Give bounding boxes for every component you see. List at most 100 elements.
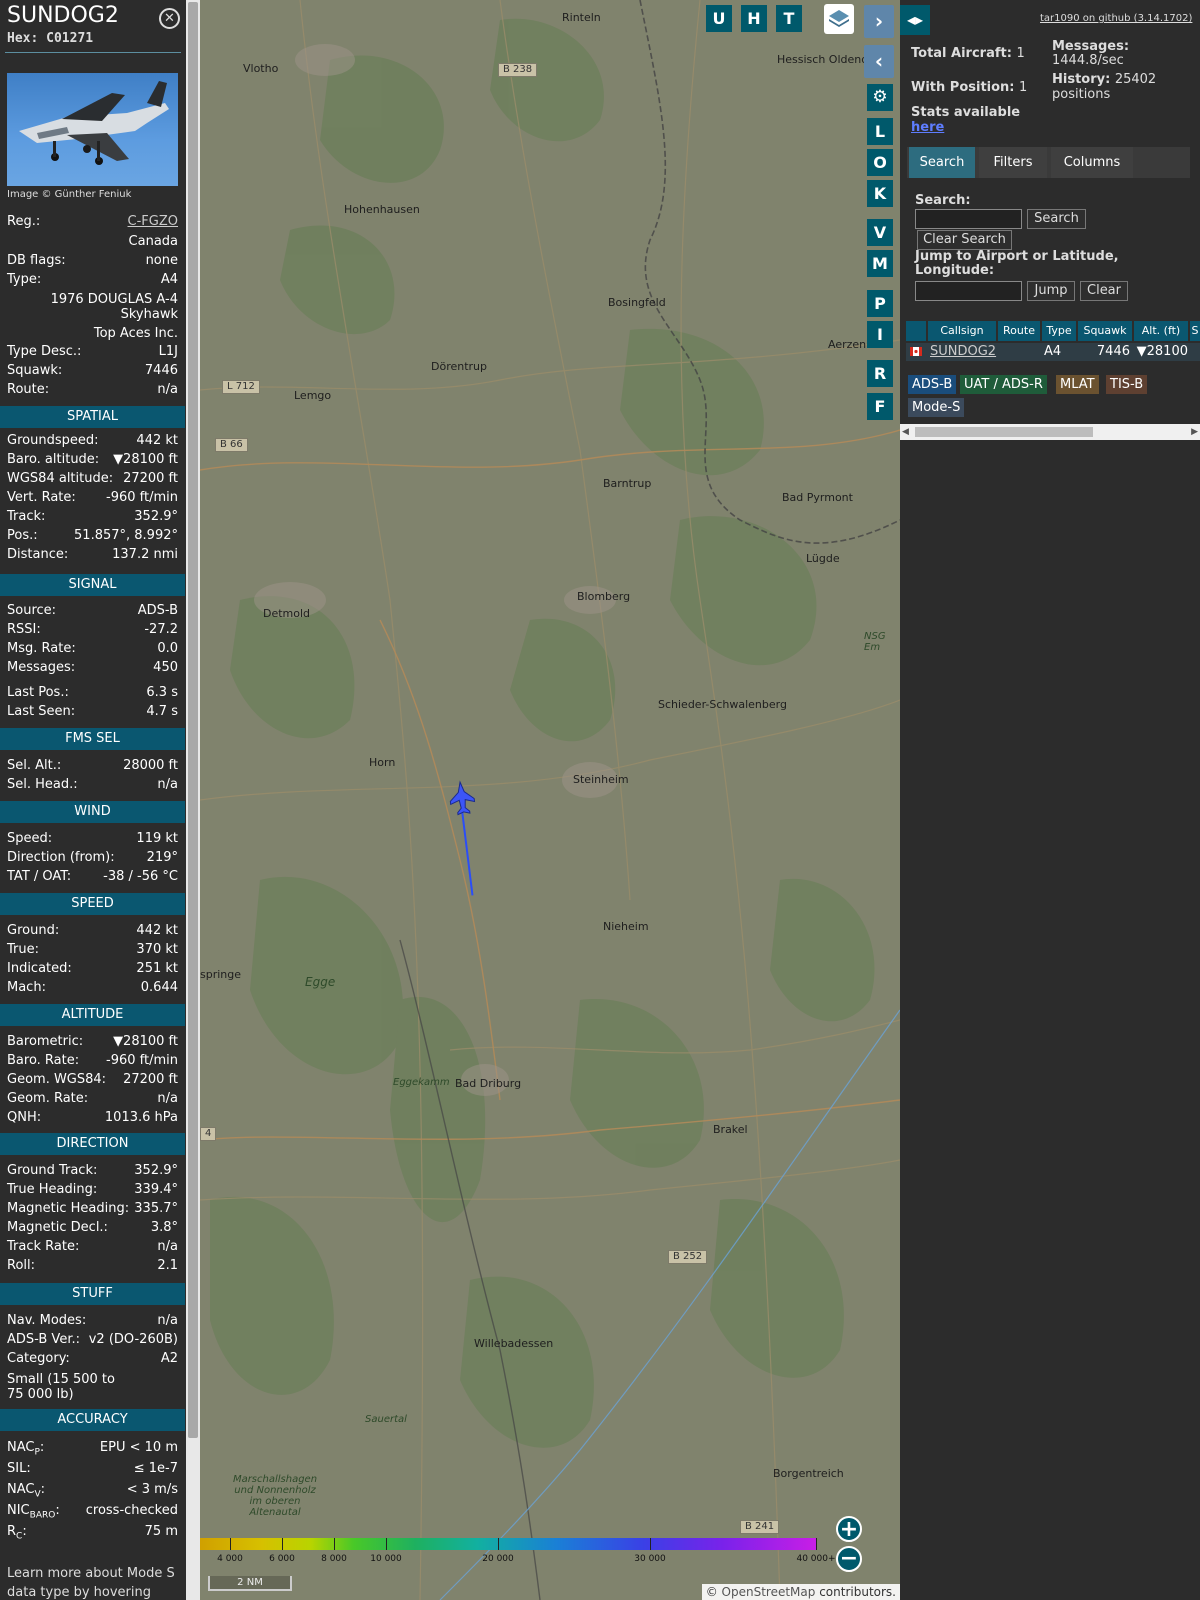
altitude-value: ▼28100 ft <box>113 1034 178 1049</box>
wind-value: 219° <box>146 850 178 865</box>
map-button-r[interactable]: R <box>867 360 893 387</box>
aircraft-photo[interactable] <box>7 73 178 186</box>
map-button-m[interactable]: M <box>867 250 893 277</box>
row-squawk: 7446 <box>1096 344 1130 359</box>
altitude-tick-mark <box>650 1538 651 1550</box>
accuracy-label: R <box>7 1524 17 1539</box>
stuff-value: n/a <box>157 1313 178 1328</box>
direction-value: 335.7° <box>134 1201 178 1216</box>
altitude-row: QNH: 1013.6 hPa <box>7 1108 178 1127</box>
map-button-i[interactable]: I <box>867 321 893 348</box>
spatial-row: Groundspeed: 442 kt <box>7 431 178 450</box>
row-callsign-link[interactable]: SUNDOG2 <box>930 343 996 361</box>
col-type[interactable]: Type <box>1042 321 1076 341</box>
direction-value: 339.4° <box>134 1182 178 1197</box>
direction-row: Magnetic Heading: 335.7° <box>7 1199 178 1218</box>
map-button-l[interactable]: L <box>867 118 893 145</box>
signal-row: Messages: 450 <box>7 658 178 677</box>
col-callsign[interactable]: Callsign <box>928 321 996 341</box>
messages-value: 1444.8/sec <box>1052 53 1124 68</box>
signal-value: ADS-B <box>137 603 178 618</box>
layers-icon[interactable] <box>824 4 854 34</box>
speed-value: 442 kt <box>136 923 178 938</box>
altitude-label: Barometric: <box>7 1034 84 1049</box>
direction-row: True Heading: 339.4° <box>7 1180 178 1199</box>
map-button-o[interactable]: O <box>867 149 893 176</box>
map-button-h[interactable]: H <box>741 5 767 32</box>
zoom-in-button[interactable]: + <box>836 1516 862 1542</box>
accuracy-value: EPU < 10 m <box>99 1440 178 1455</box>
scroll-left-arrow[interactable]: ◀ <box>902 424 909 440</box>
close-icon[interactable]: ✕ <box>159 8 180 29</box>
stuff-row: ADS-B Ver.: v2 (DO-260B) <box>7 1330 178 1349</box>
altitude-label: Geom. WGS84: <box>7 1072 107 1087</box>
map-button-u[interactable]: U <box>706 5 732 32</box>
map-button-p[interactable]: P <box>867 290 893 317</box>
hex-code: C01271 <box>46 31 94 46</box>
stats-label: Stats available <box>911 105 1021 120</box>
model-line2: Skyhawk <box>120 307 178 322</box>
footer-line2: data type by hovering over <box>7 1583 178 1600</box>
map-attribution: © OpenStreetMap contributors. <box>701 1584 900 1600</box>
jump-input[interactable] <box>915 281 1022 301</box>
search-input[interactable] <box>915 209 1022 229</box>
section-accuracy: ACCURACY <box>0 1409 185 1431</box>
wind-row: TAT / OAT: -38 / -56 °C <box>7 867 178 886</box>
github-link[interactable]: tar1090 on github (3.14.1702) <box>1040 13 1192 24</box>
accuracy-value: 75 m <box>144 1524 178 1539</box>
map-button-f[interactable]: F <box>867 393 893 420</box>
tab-filters[interactable]: Filters <box>979 147 1047 178</box>
clear-search-button[interactable]: Clear Search <box>917 230 1012 250</box>
col-speed[interactable]: S <box>1190 321 1200 341</box>
altitude-value: n/a <box>157 1091 178 1106</box>
map-view[interactable]: B 238 L 712 B 66 B 252 B 241 4 Rinteln V… <box>200 0 900 1600</box>
aircraft-icon[interactable] <box>448 780 476 816</box>
map-button-k[interactable]: K <box>867 180 893 207</box>
accuracy-label-sub: BARO <box>29 1510 56 1521</box>
stuff-value: A2 <box>160 1351 178 1366</box>
sidebar-scroll-thumb[interactable] <box>188 2 198 1438</box>
stuff-label: ADS-B Ver.: <box>7 1332 80 1347</box>
tab-search[interactable]: Search <box>909 147 975 178</box>
map-button-t[interactable]: T <box>776 5 802 32</box>
accuracy-row: RC: 75 m <box>7 1522 178 1542</box>
registration-link[interactable]: C-FGZO <box>128 212 178 231</box>
accuracy-label: NAC <box>7 1482 35 1497</box>
scroll-thumb[interactable] <box>915 427 1093 437</box>
stats-link[interactable]: here <box>911 120 944 135</box>
search-button[interactable]: Search <box>1027 209 1086 229</box>
openstreetmap-link[interactable]: OpenStreetMap <box>722 1585 816 1599</box>
speed-row: Indicated: 251 kt <box>7 959 178 978</box>
map-button-v[interactable]: V <box>867 219 893 246</box>
chevron-left-icon[interactable]: ‹ <box>864 45 894 78</box>
col-altitude[interactable]: Alt. (ft) <box>1134 321 1188 341</box>
zoom-out-button[interactable]: − <box>836 1546 862 1572</box>
clear-button[interactable]: Clear <box>1080 281 1128 301</box>
speed-label: Ground: <box>7 923 60 938</box>
squawk-row: Squawk: 7446 <box>7 361 178 380</box>
chevron-right-icon[interactable]: › <box>864 5 894 38</box>
stuff-value: v2 (DO-260B) <box>88 1332 178 1347</box>
footer-text-1: Learn more about Mode S <box>7 1566 175 1581</box>
spatial-value: 51.857°, 8.992° <box>74 528 178 543</box>
col-route[interactable]: Route <box>998 321 1040 341</box>
accuracy-label-colon: : <box>55 1503 60 1518</box>
table-horizontal-scrollbar[interactable]: ◀ ▶ <box>900 424 1200 440</box>
gear-icon[interactable]: ⚙ <box>867 84 893 111</box>
spatial-label: WGS84 altitude: <box>7 471 114 486</box>
altitude-value: 27200 ft <box>123 1072 178 1087</box>
spatial-value: ▼28100 ft <box>113 452 178 467</box>
scroll-right-arrow[interactable]: ▶ <box>1191 424 1198 440</box>
col-squawk[interactable]: Squawk <box>1078 321 1132 341</box>
signal-label: Messages: <box>7 660 76 675</box>
section-direction: DIRECTION <box>0 1133 185 1155</box>
altitude-tick-label: 8 000 <box>321 1554 347 1564</box>
jump-button[interactable]: Jump <box>1027 281 1075 301</box>
signal-label: RSSI: <box>7 622 41 637</box>
accuracy-value: ≤ 1e-7 <box>133 1461 178 1476</box>
tab-columns[interactable]: Columns <box>1051 147 1133 178</box>
type-label: Type: <box>7 272 42 287</box>
sidebar-scrollbar[interactable] <box>186 0 200 1600</box>
row-altitude: ▼28100 <box>1136 344 1188 359</box>
panel-top-icon[interactable]: ◂▸ <box>900 5 930 35</box>
